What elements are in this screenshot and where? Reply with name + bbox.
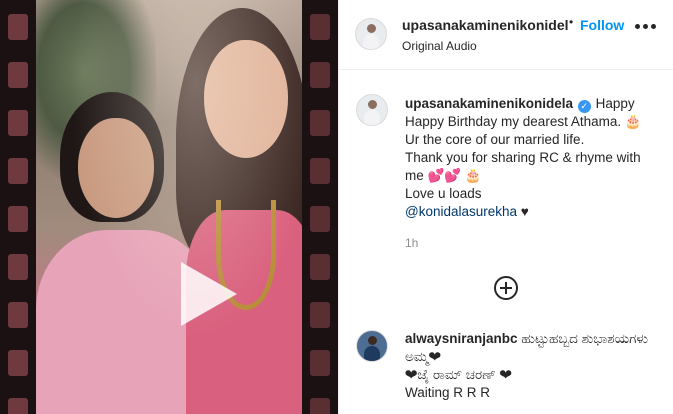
author-username[interactable]: upasanakaminenikonidela: [402, 17, 568, 33]
post-side-panel: upasanakaminenikonidela • Follow Origina…: [338, 0, 673, 414]
caption-line: Love u loads: [405, 186, 482, 201]
play-icon[interactable]: [181, 262, 237, 326]
plus-circle-icon[interactable]: [494, 276, 518, 300]
comment-text: Waiting R R R: [405, 385, 491, 400]
film-strip-left: [0, 0, 36, 414]
audio-link[interactable]: Original Audio: [402, 39, 477, 53]
caption-line: Ur the core of our married life.: [405, 132, 585, 147]
mention-link[interactable]: @konidalasurekha: [405, 204, 517, 219]
caption-avatar[interactable]: [356, 94, 388, 126]
commenter-avatar[interactable]: [356, 330, 388, 362]
caption-line: Thank you for sharing RC & rhyme with: [405, 150, 641, 165]
film-strip-right: [302, 0, 338, 414]
comment-text: ಹುಟ್ಟುಹಬ್ಬದ ಶುಭಾಶಯಗಳು: [521, 331, 649, 346]
more-options-icon[interactable]: [635, 24, 657, 32]
separator-dot: •: [569, 15, 574, 29]
post-caption: upasanakaminenikonidela ✓ Happy Happy Bi…: [405, 95, 667, 221]
caption-username[interactable]: upasanakaminenikonidela: [405, 96, 573, 111]
video-frame: [36, 0, 302, 414]
post-media[interactable]: [0, 0, 338, 414]
heart-emoji: ♥: [520, 204, 529, 219]
caption-line: me 💕💕 🎂: [405, 168, 482, 183]
author-avatar[interactable]: [355, 18, 387, 50]
post-timestamp[interactable]: 1h: [405, 236, 418, 250]
commenter-username[interactable]: alwaysniranjanbc: [405, 331, 518, 346]
comment-item: alwaysniranjanbc ಹುಟ್ಟುಹಬ್ಬದ ಶುಭಾಶಯಗಳು ಅ…: [405, 330, 667, 402]
caption-line: Happy: [595, 96, 635, 111]
follow-button[interactable]: Follow: [580, 17, 624, 33]
verified-badge-icon: ✓: [577, 100, 591, 113]
caption-line: Happy Birthday my dearest Athama. 🎂: [405, 114, 642, 129]
comment-text: ❤ಜೈ ರಾಮ್ ಚರಣ್ ❤: [405, 367, 512, 382]
post-header: upasanakaminenikonidela • Follow Origina…: [339, 0, 673, 70]
comment-text: ಅಮ್ಮ❤: [405, 349, 441, 364]
